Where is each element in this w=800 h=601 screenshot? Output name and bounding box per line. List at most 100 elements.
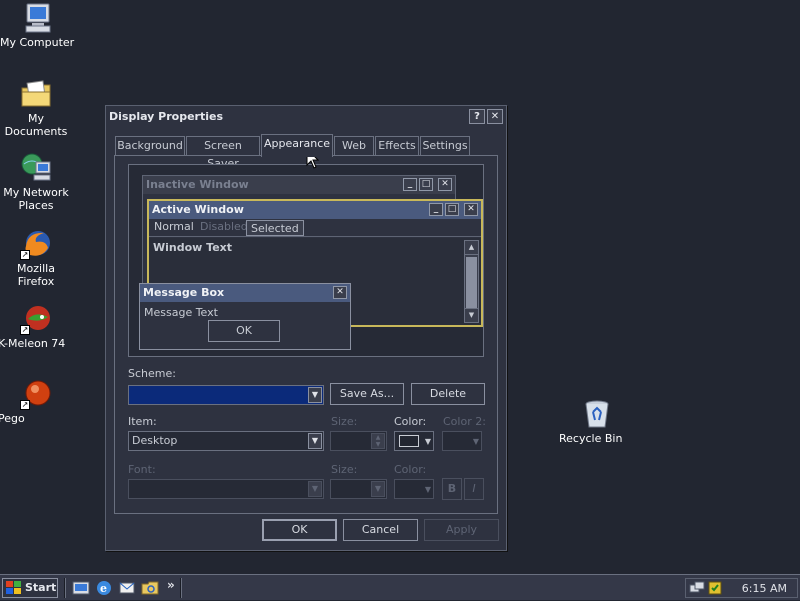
scheme-select[interactable]: ▼: [128, 385, 324, 405]
chevron-down-icon[interactable]: ▼: [371, 481, 385, 497]
desktop-icon-label: Pego: [0, 412, 25, 425]
folder-documents-icon: [20, 78, 52, 110]
start-button[interactable]: Start: [2, 578, 58, 598]
close-button[interactable]: ✕: [487, 109, 503, 124]
chevron-down-icon[interactable]: ▼: [308, 433, 322, 449]
desktop-icon-label: Mozilla Firefox: [17, 262, 55, 288]
system-tray: 6:15 AM: [685, 578, 798, 598]
show-desktop-icon[interactable]: [72, 579, 90, 597]
item-value: Desktop: [132, 434, 178, 447]
item-select[interactable]: Desktop ▼: [128, 431, 324, 451]
scheme-label: Scheme:: [128, 367, 176, 380]
windows-explorer-icon[interactable]: [141, 579, 159, 597]
color2-picker[interactable]: ▼: [442, 431, 482, 451]
cancel-button[interactable]: Cancel: [343, 519, 418, 541]
message-text: Message Text: [144, 306, 218, 319]
preview-menu-bar: Normal Disabled Selected: [149, 219, 481, 237]
window-text: Window Text: [153, 241, 233, 254]
chevron-down-icon[interactable]: ▼: [425, 433, 431, 451]
network-tray-icon[interactable]: [689, 580, 705, 596]
minimize-icon: _: [403, 178, 417, 191]
desktop-icon-k-meleon[interactable]: ↗ K-Meleon 74: [0, 303, 74, 350]
display-properties-dialog: Display Properties ? ✕ Background Screen…: [105, 105, 507, 551]
desktop-icon-my-documents[interactable]: My Documents: [0, 78, 74, 138]
font-size-select[interactable]: ▼: [330, 479, 387, 499]
preview-message-box: Message Box ✕ Message Text OK: [139, 283, 351, 350]
minimize-icon: _: [429, 203, 443, 216]
scroll-down-icon: ▼: [465, 308, 478, 322]
chevron-down-icon[interactable]: ▼: [473, 433, 479, 451]
taskbar-separator: [180, 578, 182, 598]
desktop-icon-label: Recycle Bin: [559, 432, 623, 445]
start-label: Start: [25, 581, 57, 594]
desktop-icon-recycle-bin[interactable]: Recycle Bin: [559, 398, 635, 445]
save-as-button[interactable]: Save As...: [330, 383, 404, 405]
message-ok-button: OK: [208, 320, 280, 342]
desktop-icon-pego[interactable]: ↗ Pego: [0, 378, 74, 425]
ok-button[interactable]: OK: [262, 519, 337, 541]
color-swatch: [399, 435, 419, 447]
desktop-icon-label: My Documents: [4, 112, 68, 138]
dialog-title: Display Properties: [109, 110, 224, 123]
close-icon: ✕: [464, 203, 478, 216]
active-window-title: Active Window: [152, 203, 244, 216]
active-window-titlebar: Active Window _ □ ✕: [149, 201, 481, 219]
tab-background[interactable]: Background: [115, 136, 185, 156]
menu-disabled: Disabled: [200, 220, 248, 233]
menu-selected: Selected: [246, 220, 304, 236]
desktop-icon-label: My Network Places: [3, 186, 69, 212]
shortcut-arrow-icon: ↗: [20, 250, 30, 260]
bold-button[interactable]: B: [442, 478, 462, 500]
shortcut-arrow-icon: ↗: [20, 325, 30, 335]
delete-button[interactable]: Delete: [411, 383, 485, 405]
desktop-icon-network-places[interactable]: My Network Places: [0, 152, 74, 212]
message-box-titlebar: Message Box ✕: [140, 284, 350, 302]
clock[interactable]: 6:15 AM: [742, 582, 787, 595]
font-color-label: Color:: [394, 463, 427, 476]
network-icon: [20, 152, 52, 184]
desktop-icon-my-computer[interactable]: My Computer: [0, 2, 76, 49]
help-button[interactable]: ?: [469, 109, 485, 124]
spinner-arrows-icon[interactable]: ▲ ▼: [371, 433, 385, 449]
italic-button[interactable]: I: [464, 478, 484, 500]
color-label: Color:: [394, 415, 427, 428]
desktop-icon-label: K-Meleon 74: [0, 337, 66, 350]
inactive-window-title: Inactive Window: [146, 178, 249, 191]
preview-scrollbar: ▲ ▼: [464, 240, 479, 323]
size-label: Size:: [331, 415, 358, 428]
tab-appearance[interactable]: Appearance: [261, 134, 333, 157]
quick-launch-more-icon[interactable]: »: [167, 578, 175, 592]
font-select[interactable]: ▼: [128, 479, 324, 499]
chevron-down-icon[interactable]: ▼: [425, 481, 431, 499]
font-size-label: Size:: [331, 463, 358, 476]
outlook-express-icon[interactable]: [118, 579, 136, 597]
apply-button[interactable]: Apply: [424, 519, 499, 541]
item-size-spinner[interactable]: ▲ ▼: [330, 431, 387, 451]
tab-effects[interactable]: Effects: [375, 136, 419, 156]
k-meleon-icon: ↗: [20, 303, 52, 335]
scroll-thumb: [466, 257, 477, 309]
font-label: Font:: [128, 463, 156, 476]
font-color-picker[interactable]: ▼: [394, 479, 434, 499]
windows-logo-icon: [6, 581, 21, 595]
tab-web[interactable]: Web: [334, 136, 374, 156]
shortcut-arrow-icon: ↗: [20, 400, 30, 410]
internet-explorer-icon[interactable]: e: [95, 579, 113, 597]
appearance-preview: Inactive Window _ □ ✕ Active Window _ □ …: [128, 164, 484, 357]
taskbar-separator: [64, 578, 66, 598]
color-picker[interactable]: ▼: [394, 431, 434, 451]
pego-icon: ↗: [20, 378, 52, 410]
tab-settings[interactable]: Settings: [420, 136, 470, 156]
close-icon: ✕: [333, 286, 347, 299]
security-tray-icon[interactable]: [707, 580, 723, 596]
item-label: Item:: [128, 415, 157, 428]
desktop-icon-firefox[interactable]: ↗ Mozilla Firefox: [0, 228, 74, 288]
message-box-title: Message Box: [143, 286, 225, 299]
chevron-down-icon[interactable]: ▼: [308, 481, 322, 497]
chevron-down-icon[interactable]: ▼: [308, 387, 322, 403]
dialog-titlebar[interactable]: Display Properties ? ✕: [107, 107, 505, 127]
recycle-bin-icon: [581, 398, 613, 430]
tab-screen-saver[interactable]: Screen Saver: [186, 136, 260, 170]
maximize-icon: □: [419, 178, 433, 191]
inactive-window-titlebar: Inactive Window _ □ ✕: [143, 176, 455, 194]
